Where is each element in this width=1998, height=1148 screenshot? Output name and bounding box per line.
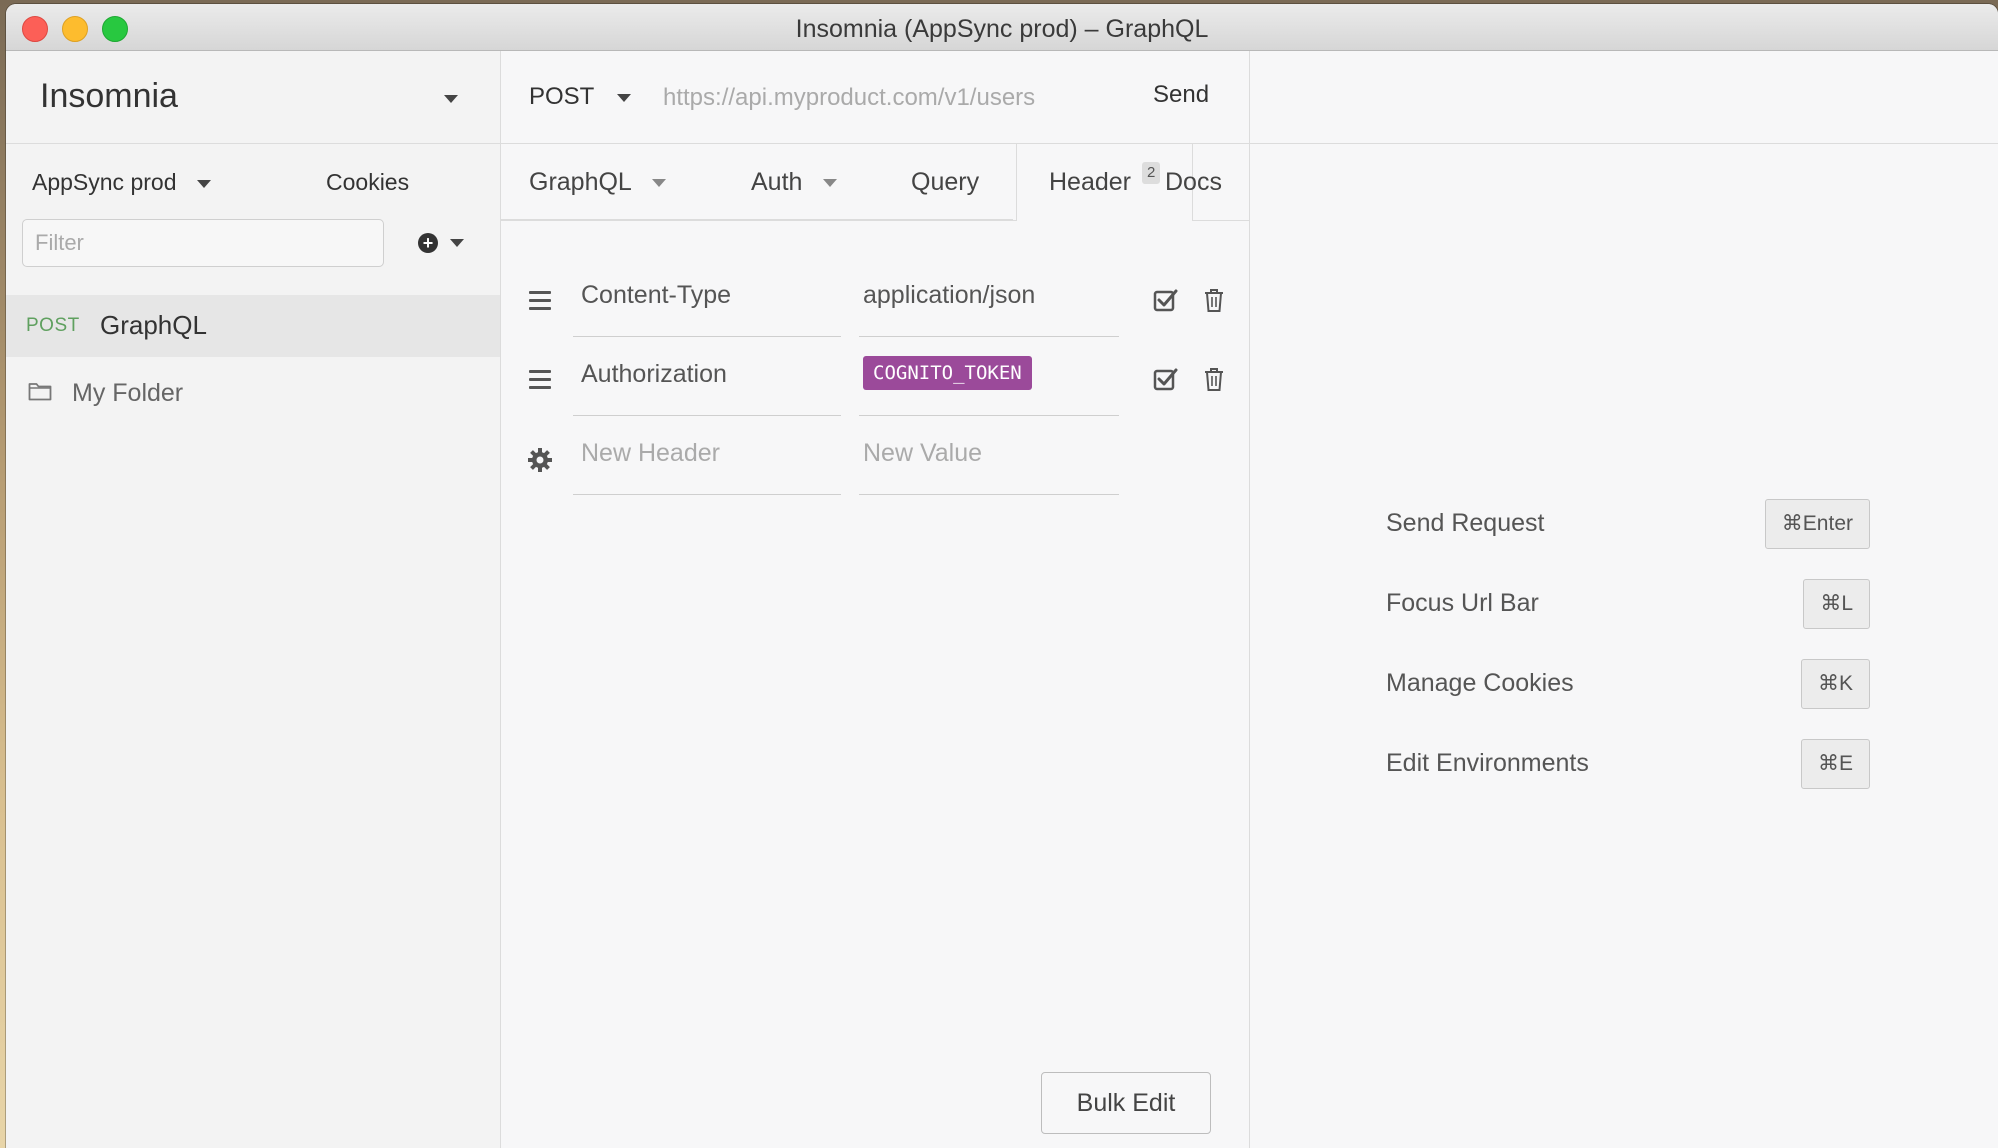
tab-auth-label: Auth xyxy=(751,168,803,196)
header-row: Content-Type application/json xyxy=(501,267,1249,341)
environment-dropdown[interactable]: AppSync prod xyxy=(32,169,211,196)
shortcut-label: Focus Url Bar xyxy=(1386,589,1539,617)
app-window: Insomnia (AppSync prod) – GraphQL Insomn… xyxy=(6,4,1998,1148)
shortcut-key: ⌘Enter xyxy=(1764,499,1870,549)
url-input[interactable] xyxy=(661,75,1105,121)
request-tabs: GraphQL Auth Query Header 2 Docs xyxy=(501,144,1249,221)
shortcut-send-request: Send Request ⌘Enter xyxy=(1386,499,1870,551)
request-pane: POST Send GraphQL Auth Query Header 2 Do… xyxy=(501,51,1250,1148)
workspace-name: Insomnia xyxy=(40,77,178,115)
title-bar: Insomnia (AppSync prod) – GraphQL xyxy=(6,4,1998,51)
shortcut-key: ⌘K xyxy=(1800,659,1870,709)
shortcut-manage-cookies: Manage Cookies ⌘K xyxy=(1386,659,1870,711)
bulk-edit-button[interactable]: Bulk Edit xyxy=(1041,1072,1211,1134)
drag-handle-icon[interactable] xyxy=(529,291,551,315)
new-header-name-field[interactable]: New Header xyxy=(573,425,841,495)
header-row: Authorization COGNITO_TOKEN xyxy=(501,346,1249,420)
folder-name: My Folder xyxy=(72,379,184,407)
shortcut-key: ⌘E xyxy=(1800,739,1870,789)
request-name: GraphQL xyxy=(100,310,207,340)
caret-down-icon xyxy=(616,93,631,102)
caret-down-icon xyxy=(444,95,458,103)
request-method-badge: POST xyxy=(26,315,80,336)
environment-variable-tag[interactable]: COGNITO_TOKEN xyxy=(863,356,1032,391)
caret-down-icon xyxy=(651,179,666,188)
sidebar-request-graphql[interactable]: POST GraphQL xyxy=(6,295,500,357)
add-item-button[interactable]: + xyxy=(418,233,465,253)
header-value-field[interactable]: application/json xyxy=(859,267,1119,337)
plus-circle-icon: + xyxy=(418,233,438,253)
checkbox-checked-icon[interactable] xyxy=(1153,366,1179,397)
checkbox-checked-icon[interactable] xyxy=(1153,287,1179,318)
folder-icon xyxy=(28,381,52,406)
sidebar: Insomnia AppSync prod Cookies + POST Gra… xyxy=(6,51,501,1148)
response-pane: Send Request ⌘Enter Focus Url Bar ⌘L Man… xyxy=(1250,51,1998,1148)
filter-input[interactable] xyxy=(22,219,384,267)
shortcut-label: Send Request xyxy=(1386,509,1545,537)
caret-down-icon xyxy=(823,179,838,188)
header-count-badge: 2 xyxy=(1141,162,1161,184)
caret-down-icon xyxy=(450,239,465,247)
environment-name: AppSync prod xyxy=(32,169,177,195)
trash-icon[interactable] xyxy=(1203,366,1225,397)
tab-scroll-indicator xyxy=(501,219,1013,221)
gear-icon[interactable] xyxy=(527,447,553,478)
shortcut-label: Manage Cookies xyxy=(1386,669,1574,697)
new-header-value-field[interactable]: New Value xyxy=(859,425,1119,495)
tab-graphql[interactable]: GraphQL xyxy=(529,144,666,220)
send-button[interactable]: Send xyxy=(1153,81,1209,109)
tab-graphql-label: GraphQL xyxy=(529,168,631,196)
workspace-dropdown[interactable]: Insomnia xyxy=(6,51,500,144)
response-header xyxy=(1250,51,1998,144)
header-name-field[interactable]: Content-Type xyxy=(573,267,841,337)
url-bar: POST Send xyxy=(501,51,1249,144)
method-dropdown[interactable]: POST xyxy=(529,83,631,111)
trash-icon[interactable] xyxy=(1203,287,1225,318)
tab-auth[interactable]: Auth xyxy=(751,144,838,220)
shortcut-label: Edit Environments xyxy=(1386,749,1589,777)
shortcut-edit-environments: Edit Environments ⌘E xyxy=(1386,739,1870,791)
caret-down-icon xyxy=(196,179,211,188)
method-label: POST xyxy=(529,83,594,110)
shortcut-key: ⌘L xyxy=(1803,579,1870,629)
sidebar-folder-my-folder[interactable]: My Folder xyxy=(6,363,500,425)
new-header-row: New Header New Value xyxy=(501,425,1249,499)
drag-handle-icon[interactable] xyxy=(529,370,551,394)
shortcut-focus-url-bar: Focus Url Bar ⌘L xyxy=(1386,579,1870,631)
header-value-field[interactable]: COGNITO_TOKEN xyxy=(859,346,1119,416)
tab-query[interactable]: Query xyxy=(911,144,979,220)
header-name-field[interactable]: Authorization xyxy=(573,346,841,416)
window-title: Insomnia (AppSync prod) – GraphQL xyxy=(795,15,1209,43)
cookies-button[interactable]: Cookies xyxy=(326,169,409,196)
tab-header-label: Header xyxy=(1049,168,1131,196)
tab-docs[interactable]: Docs xyxy=(1165,144,1222,220)
